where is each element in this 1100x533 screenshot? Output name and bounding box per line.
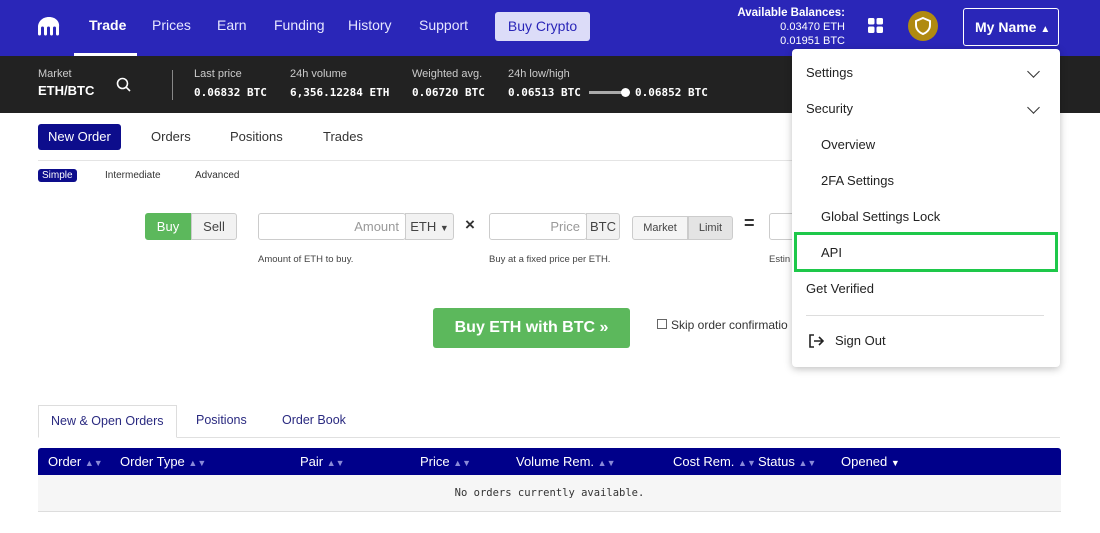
col-price[interactable]: Price ▲▼ — [420, 454, 471, 469]
balance-btc: 0.01951 BTC — [780, 35, 845, 47]
menu-global-settings-lock[interactable]: Global Settings Lock — [821, 209, 940, 224]
high-price: 0.06852 BTC — [635, 86, 708, 99]
low-price: 0.06513 BTC — [508, 86, 581, 99]
empty-orders-message: No orders currently available. — [38, 475, 1061, 512]
market-pair[interactable]: ETH/BTC — [38, 83, 94, 98]
tab-orders[interactable]: Orders — [141, 124, 201, 150]
col-opened[interactable]: Opened ▼ — [841, 454, 900, 469]
buy-crypto-button[interactable]: Buy Crypto — [495, 12, 590, 41]
amount-hint: Amount of ETH to buy. — [258, 254, 354, 265]
tab-positions-list[interactable]: Positions — [184, 405, 259, 438]
available-balances: Available Balances: 0.03470 ETH 0.01951 … — [700, 6, 845, 48]
chevron-down-icon[interactable] — [1027, 65, 1040, 78]
price-input[interactable]: Price — [489, 213, 587, 240]
divider — [806, 315, 1044, 316]
shield-icon[interactable] — [908, 11, 938, 41]
last-price-label: Last price — [194, 68, 242, 80]
top-nav: Trade Prices Earn Funding History Suppor… — [0, 0, 1100, 56]
nav-history[interactable]: History — [348, 17, 392, 33]
col-volume-rem[interactable]: Volume Rem. ▲▼ — [516, 454, 616, 469]
user-name: My Name — [975, 19, 1037, 35]
volume: 6,356.12284 ETH — [290, 86, 390, 99]
user-menu-button[interactable]: My Name ▲ — [963, 8, 1059, 46]
limit-order-toggle[interactable]: Limit — [688, 216, 733, 240]
balances-title: Available Balances: — [737, 7, 845, 19]
volume-label: 24h volume — [290, 68, 347, 80]
skip-confirmation-label: Skip order confirmatio — [671, 318, 788, 332]
menu-overview[interactable]: Overview — [821, 137, 875, 152]
low-high-label: 24h low/high — [508, 68, 570, 80]
kraken-logo[interactable] — [37, 16, 61, 36]
balance-eth: 0.03470 ETH — [780, 21, 845, 33]
market-label: Market — [38, 68, 72, 80]
divider — [172, 70, 173, 100]
menu-security[interactable]: Security — [806, 101, 853, 116]
nav-funding[interactable]: Funding — [274, 17, 325, 33]
caret-up-icon: ▲ — [1040, 24, 1051, 35]
mode-simple[interactable]: Simple — [38, 169, 77, 182]
mode-advanced[interactable]: Advanced — [191, 169, 243, 182]
menu-sign-out[interactable]: Sign Out — [835, 333, 886, 348]
tab-trades[interactable]: Trades — [313, 124, 373, 150]
amount-unit: ETH — [410, 219, 437, 234]
nav-trade[interactable]: Trade — [89, 17, 126, 33]
total-hint: Estin — [769, 254, 791, 265]
last-price: 0.06832 BTC — [194, 86, 267, 99]
apps-grid-icon[interactable] — [868, 18, 883, 33]
search-icon[interactable] — [116, 77, 131, 92]
sell-toggle[interactable]: Sell — [191, 213, 237, 240]
col-order[interactable]: Order ▲▼ — [48, 454, 103, 469]
col-status[interactable]: Status ▲▼ — [758, 454, 816, 469]
caret-down-icon: ▼ — [439, 223, 449, 233]
price-unit: BTC — [586, 213, 620, 240]
nav-earn[interactable]: Earn — [217, 17, 247, 33]
tab-open-orders[interactable]: New & Open Orders — [38, 405, 177, 438]
tab-positions[interactable]: Positions — [220, 124, 293, 150]
tab-new-order[interactable]: New Order — [38, 124, 121, 150]
col-cost-rem[interactable]: Cost Rem. ▲▼ — [673, 454, 756, 469]
buy-submit-button[interactable]: Buy ETH with BTC » — [433, 308, 630, 348]
skip-confirmation-checkbox[interactable] — [657, 319, 667, 329]
market-order-toggle[interactable]: Market — [632, 216, 688, 240]
tab-order-book[interactable]: Order Book — [270, 405, 358, 438]
weighted-avg-label: Weighted avg. — [412, 68, 483, 80]
range-marker — [621, 88, 630, 97]
menu-api[interactable]: API — [821, 245, 842, 260]
times-icon: × — [465, 215, 475, 234]
nav-support[interactable]: Support — [419, 17, 468, 33]
menu-2fa-settings[interactable]: 2FA Settings — [821, 173, 894, 188]
nav-prices[interactable]: Prices — [152, 17, 191, 33]
menu-settings[interactable]: Settings — [806, 65, 853, 80]
range-bar — [589, 91, 623, 94]
col-pair[interactable]: Pair ▲▼ — [300, 454, 345, 469]
weighted-avg: 0.06720 BTC — [412, 86, 485, 99]
sign-out-icon[interactable] — [808, 333, 824, 349]
user-dropdown-menu: Settings Security Overview 2FA Settings … — [792, 49, 1060, 367]
chevron-down-icon[interactable] — [1027, 101, 1040, 114]
amount-unit-select[interactable]: ETH ▼ — [405, 213, 454, 240]
buy-toggle[interactable]: Buy — [145, 213, 191, 240]
menu-get-verified[interactable]: Get Verified — [806, 281, 874, 296]
equals-icon: = — [744, 213, 755, 233]
price-hint: Buy at a fixed price per ETH. — [489, 254, 611, 265]
mode-intermediate[interactable]: Intermediate — [101, 169, 165, 182]
col-order-type[interactable]: Order Type ▲▼ — [120, 454, 206, 469]
amount-input[interactable]: Amount — [258, 213, 406, 240]
